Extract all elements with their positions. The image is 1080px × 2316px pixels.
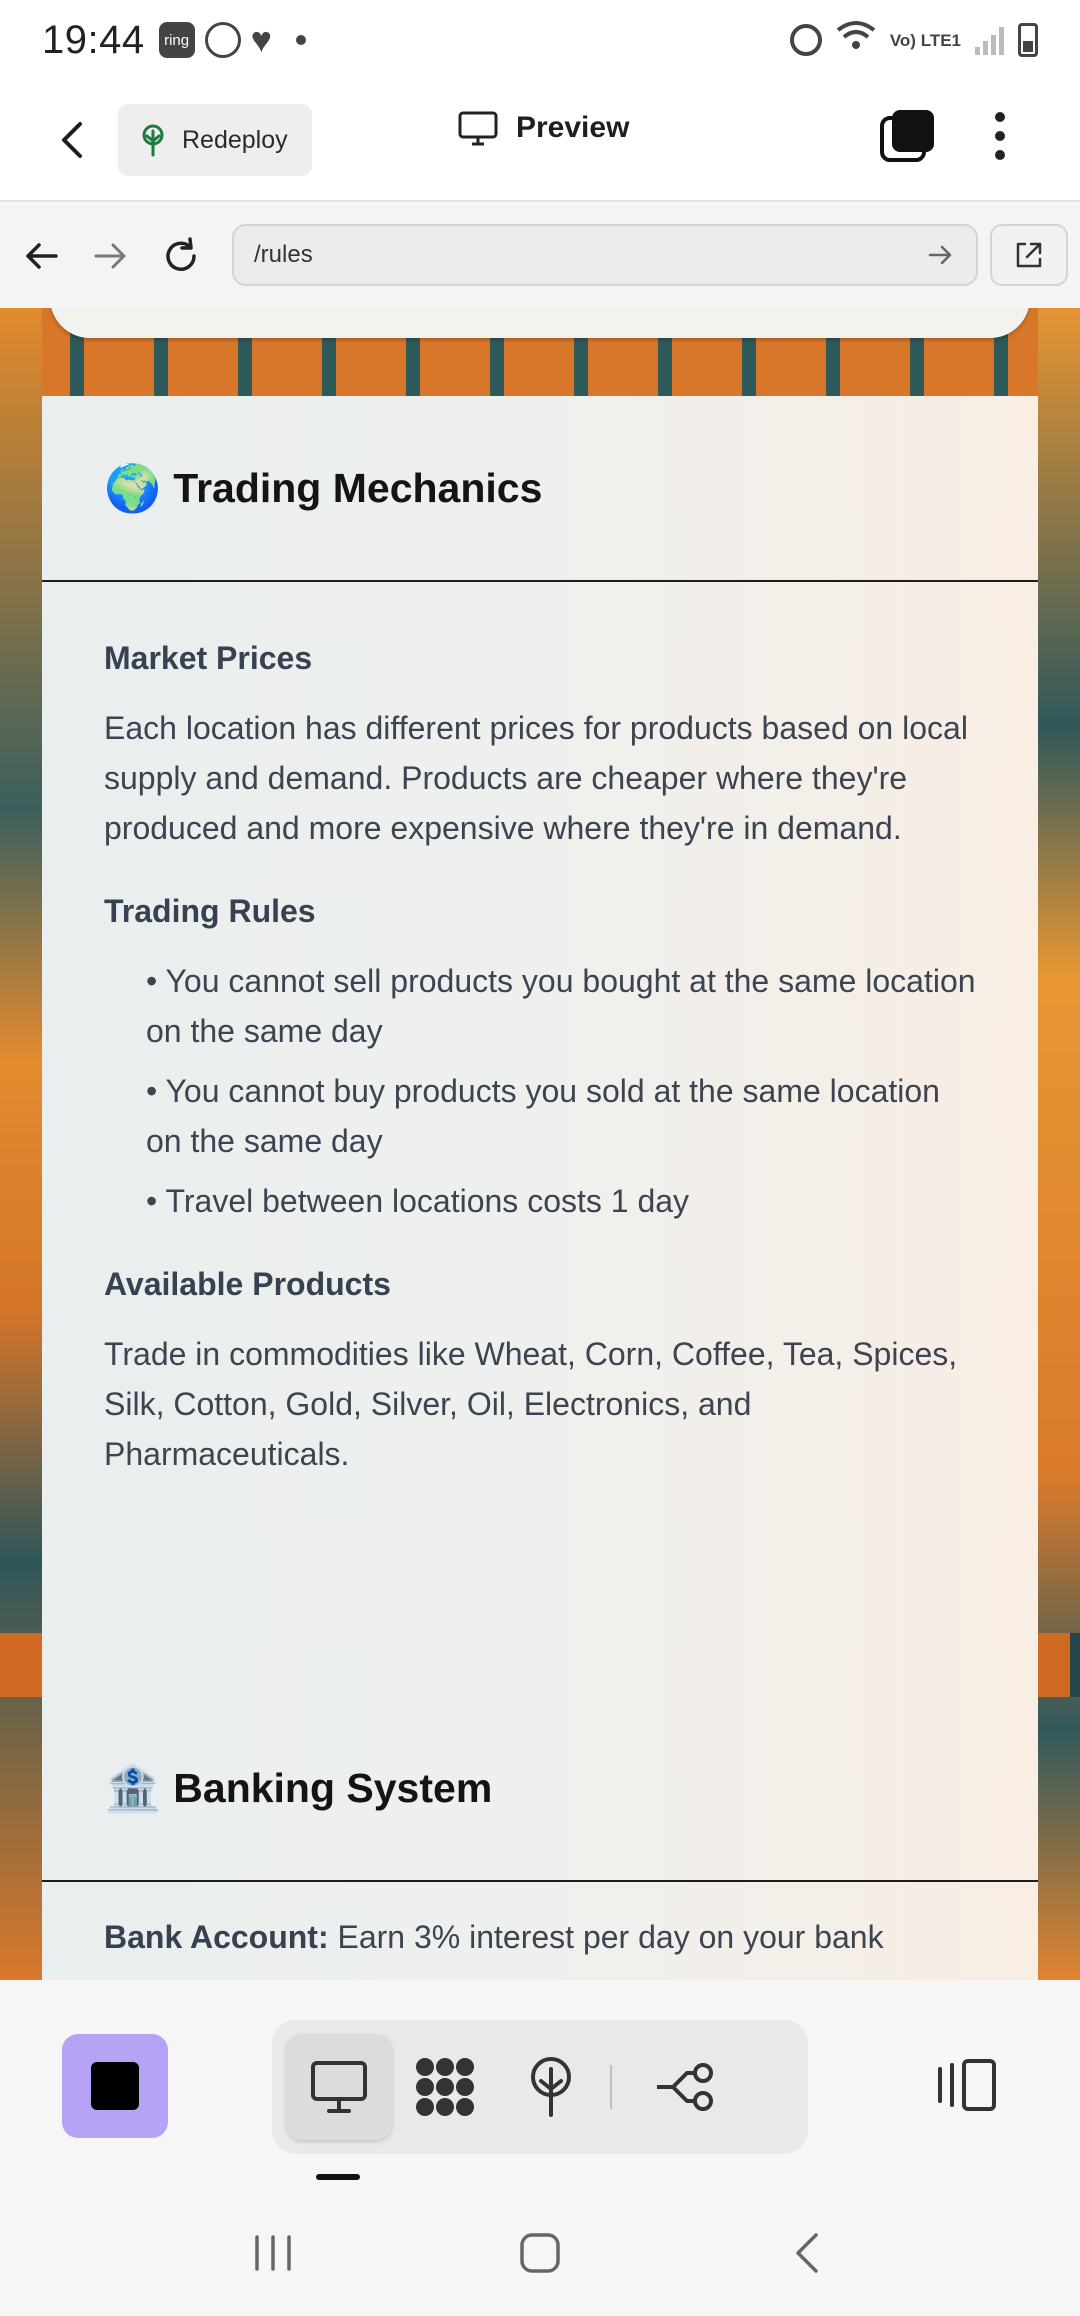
reload-button[interactable] bbox=[146, 221, 216, 291]
health-icon: ♥ bbox=[250, 19, 272, 60]
url-text: /rules bbox=[254, 241, 313, 268]
side-panel-icon bbox=[938, 2059, 996, 2111]
banking-system-card: 🏦 Banking System Bank Account: Earn 3% i… bbox=[42, 1696, 1038, 1980]
background-art bbox=[0, 308, 42, 1980]
more-options-button[interactable] bbox=[980, 104, 1020, 168]
recent-apps-button[interactable] bbox=[228, 2208, 318, 2298]
system-navigation-bar bbox=[0, 2190, 1080, 2316]
workflow-icon bbox=[657, 2063, 713, 2111]
bank-account-description: Earn 3% interest per day on your bank bbox=[328, 1919, 884, 1955]
stop-button[interactable] bbox=[62, 2034, 168, 2138]
system-icons: Vo) LTE1 bbox=[789, 20, 1038, 60]
stop-icon bbox=[91, 2062, 139, 2110]
market-prices-heading: Market Prices bbox=[104, 640, 313, 676]
deploy-icon bbox=[531, 2057, 571, 2117]
url-input[interactable]: /rules bbox=[232, 224, 978, 286]
trading-mechanics-card: 🌍 Trading Mechanics Market Prices Each l… bbox=[42, 396, 1038, 1721]
network-type-label: Vo) LTE1 bbox=[889, 30, 961, 50]
side-panel-button[interactable] bbox=[926, 2040, 1006, 2130]
list-item: • Travel between locations costs 1 day bbox=[146, 1183, 690, 1219]
signal-strength-icon bbox=[975, 25, 1004, 55]
back-button[interactable] bbox=[38, 105, 108, 175]
more-notifications-dot-icon bbox=[295, 35, 306, 45]
chevron-left-icon bbox=[62, 122, 82, 158]
go-arrow-icon[interactable] bbox=[926, 240, 956, 270]
browser-navigation-bar: /rules bbox=[0, 204, 1080, 308]
view-switcher bbox=[272, 2020, 808, 2154]
apps-icon bbox=[416, 2058, 474, 2116]
tabs-icon bbox=[880, 110, 934, 162]
card-header: 🏦 Banking System bbox=[42, 1696, 1038, 1882]
battery-icon bbox=[1018, 23, 1038, 57]
ring-app-icon: ring bbox=[158, 22, 195, 58]
bank-account-text: Bank Account: Earn 3% interest per day o… bbox=[104, 1912, 976, 1962]
notification-icons: ring ♥ bbox=[158, 19, 306, 60]
alarm-icon bbox=[789, 24, 822, 56]
more-vertical-icon bbox=[995, 112, 1005, 122]
preview-label: Preview bbox=[516, 111, 630, 144]
status-time: 19:44 bbox=[42, 17, 145, 62]
available-products-heading: Available Products bbox=[104, 1266, 391, 1302]
list-item: • You cannot sell products you bought at… bbox=[146, 963, 976, 1049]
bank-icon: 🏦 bbox=[104, 1762, 162, 1814]
bank-account-label: Bank Account: bbox=[104, 1919, 329, 1955]
monitor-icon bbox=[458, 111, 498, 146]
app-header: Redeploy Preview bbox=[0, 80, 1080, 202]
background-art bbox=[1038, 308, 1080, 1980]
card-body: Bank Account: Earn 3% interest per day o… bbox=[42, 1882, 1038, 1980]
reload-icon bbox=[166, 237, 196, 271]
workflow-tab-button[interactable] bbox=[632, 2034, 738, 2140]
desktop-icon bbox=[311, 2061, 367, 2113]
preview-tab-button[interactable] bbox=[286, 2034, 392, 2140]
card-body: Market Prices Each location has differen… bbox=[42, 582, 1038, 1539]
system-back-button[interactable] bbox=[762, 2208, 852, 2298]
sync-icon bbox=[204, 22, 241, 58]
trading-rules-heading: Trading Rules bbox=[104, 893, 316, 929]
toolbar-divider bbox=[610, 2065, 612, 2109]
active-tab-indicator bbox=[316, 2174, 360, 2180]
preview-title[interactable]: Preview bbox=[458, 110, 629, 146]
previous-card-edge bbox=[50, 308, 1030, 338]
redeploy-button[interactable]: Redeploy bbox=[118, 104, 312, 176]
list-item: • You cannot buy products you sold at th… bbox=[146, 1073, 940, 1159]
card-title: Trading Mechanics bbox=[173, 464, 543, 511]
available-products-text: Trade in commodities like Wheat, Corn, C… bbox=[104, 1336, 958, 1472]
home-icon bbox=[520, 2233, 560, 2273]
apps-tab-button[interactable] bbox=[392, 2034, 498, 2140]
browser-back-button[interactable] bbox=[6, 221, 76, 291]
arrow-left-icon bbox=[26, 243, 58, 269]
recent-apps-icon bbox=[255, 2235, 292, 2271]
bottom-toolbar bbox=[0, 1980, 1080, 2190]
back-chevron-icon bbox=[795, 2233, 818, 2273]
market-prices-text: Each location has different prices for p… bbox=[104, 710, 968, 846]
open-external-button[interactable] bbox=[990, 224, 1068, 286]
wifi-icon bbox=[836, 20, 876, 60]
card-header: 🌍 Trading Mechanics bbox=[42, 396, 1038, 582]
deploy-tree-icon bbox=[142, 124, 164, 157]
tabs-button[interactable] bbox=[878, 106, 938, 166]
external-link-icon bbox=[1016, 242, 1042, 268]
redeploy-label: Redeploy bbox=[182, 125, 288, 154]
web-preview[interactable]: 🌍 Trading Mechanics Market Prices Each l… bbox=[0, 308, 1080, 1980]
browser-forward-button[interactable] bbox=[76, 221, 146, 291]
home-button[interactable] bbox=[495, 2208, 585, 2298]
globe-icon: 🌍 bbox=[104, 462, 162, 514]
arrow-right-icon bbox=[94, 243, 126, 269]
status-bar: 19:44 ring ♥ Vo) LTE1 bbox=[0, 0, 1080, 80]
card-title: Banking System bbox=[173, 1764, 493, 1811]
deploy-tab-button[interactable] bbox=[498, 2034, 604, 2140]
trading-rules-list: • You cannot sell products you bought at… bbox=[104, 956, 976, 1226]
